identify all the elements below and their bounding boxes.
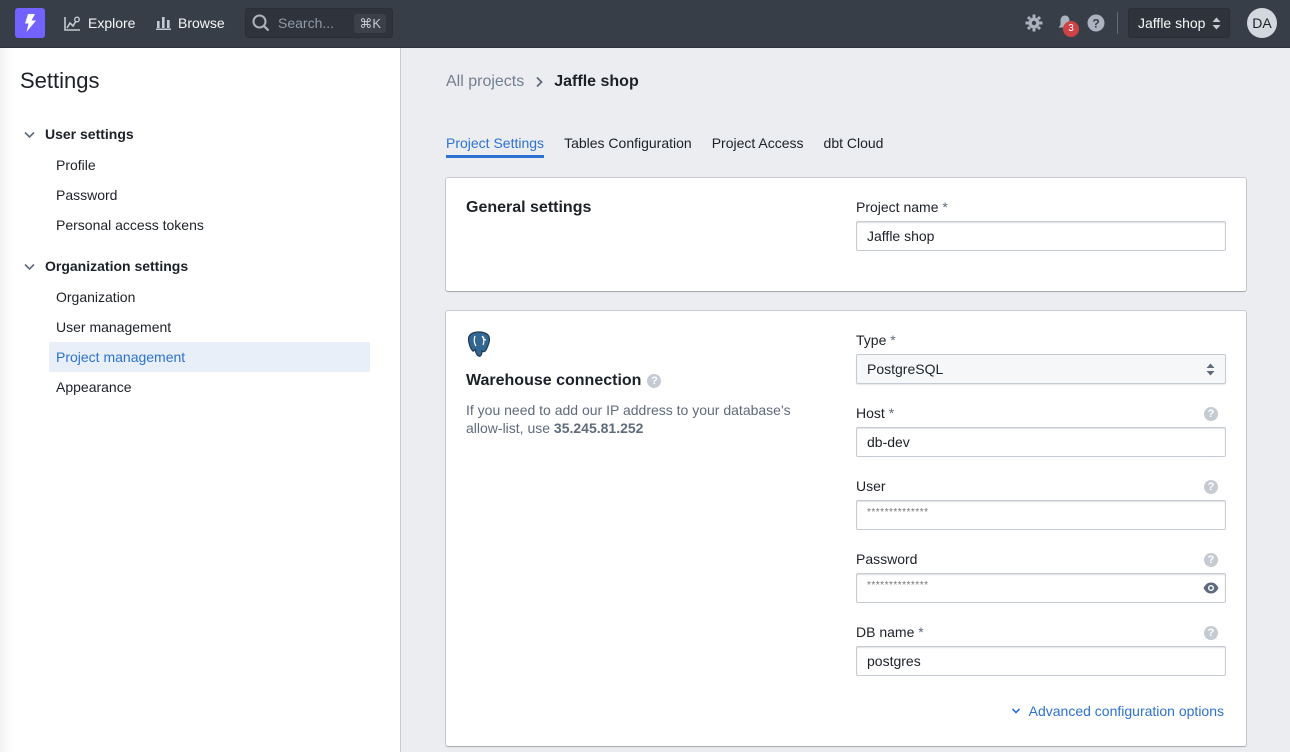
warehouse-connection-card: Warehouse connection ? If you need to ad…: [446, 311, 1246, 746]
user-label: User: [856, 478, 886, 494]
project-selector-label: Jaffle shop: [1138, 15, 1206, 31]
chart-area-icon: [64, 16, 80, 31]
sidebar-item-personal-access-tokens[interactable]: Personal access tokens: [49, 210, 370, 240]
type-label: Type *: [856, 332, 896, 348]
sidebar-item-project-management[interactable]: Project management: [49, 342, 370, 372]
type-select[interactable]: PostgreSQL: [856, 354, 1226, 384]
bar-chart-icon: [156, 17, 171, 30]
postgresql-elephant-icon: [467, 331, 491, 357]
sidebar-item-user-management[interactable]: User management: [49, 312, 370, 342]
user-settings-group-label: User settings: [45, 126, 134, 142]
host-help-icon[interactable]: ?: [1204, 407, 1218, 421]
double-caret-icon: [1206, 363, 1215, 376]
breadcrumb-current: Jaffle shop: [554, 73, 639, 90]
search-icon: [252, 14, 270, 32]
host-label: Host *: [856, 405, 894, 421]
tab-project-access[interactable]: Project Access: [712, 133, 804, 157]
sidebar-item-appearance[interactable]: Appearance: [49, 372, 370, 402]
browse-button[interactable]: Browse: [156, 10, 225, 36]
type-label-text: Type: [856, 332, 887, 348]
warehouse-connection-title-row: Warehouse connection ?: [466, 372, 662, 390]
help-icon[interactable]: ?: [1087, 14, 1105, 32]
top-navbar: Explore Browse Search... ⌘K 3 ? Jaffle s…: [0, 0, 1290, 48]
search-shortcut: ⌘K: [354, 14, 386, 33]
organization-settings-group-label: Organization settings: [45, 258, 189, 274]
password-label-text: Password: [856, 551, 918, 567]
advanced-configuration-label: Advanced configuration options: [1028, 703, 1224, 719]
sidebar-item-profile[interactable]: Profile: [49, 150, 370, 180]
navbar-divider: [1117, 12, 1118, 34]
breadcrumb: All projects Jaffle shop: [446, 73, 639, 91]
host-label-text: Host: [856, 405, 885, 421]
notification-badge: 3: [1063, 21, 1079, 37]
explore-button[interactable]: Explore: [64, 10, 135, 36]
warehouse-description: If you need to add our IP address to you…: [466, 401, 816, 437]
chevron-down-icon: [24, 131, 35, 138]
warehouse-connection-title: Warehouse connection: [466, 372, 642, 389]
required-mark: *: [888, 405, 895, 421]
password-label: Password: [856, 551, 917, 567]
user-label-text: User: [856, 478, 886, 494]
dbname-help-icon[interactable]: ?: [1204, 626, 1218, 640]
required-mark: *: [890, 332, 896, 348]
project-name-label-text: Project name: [856, 199, 939, 215]
svg-text:?: ?: [1092, 17, 1099, 31]
password-help-icon[interactable]: ?: [1204, 553, 1218, 567]
general-settings-card: General settings Project name *: [446, 178, 1246, 291]
project-tabs: Project Settings Tables Configuration Pr…: [446, 133, 884, 158]
sidebar-title: Settings: [20, 68, 100, 93]
project-selector[interactable]: Jaffle shop: [1128, 8, 1230, 38]
user-avatar[interactable]: DA: [1247, 8, 1277, 38]
user-settings-group-toggle[interactable]: User settings: [22, 126, 134, 142]
breadcrumb-all-projects[interactable]: All projects: [446, 73, 524, 91]
search-input[interactable]: Search... ⌘K: [245, 8, 393, 38]
search-placeholder: Search...: [278, 15, 335, 31]
sidebar-item-password[interactable]: Password: [49, 180, 370, 210]
lightning-logo[interactable]: [15, 8, 45, 38]
help-icon[interactable]: ?: [647, 374, 662, 388]
organization-settings-group-toggle[interactable]: Organization settings: [22, 258, 188, 274]
ip-address: 35.245.81.252: [553, 420, 644, 436]
dbname-label: DB name *: [856, 624, 924, 640]
type-select-value: PostgreSQL: [867, 361, 944, 377]
chevron-down-icon: [1011, 708, 1020, 714]
settings-sidebar: Settings User settings Profile Password …: [0, 48, 401, 752]
tab-project-settings[interactable]: Project Settings: [446, 133, 545, 158]
password-input[interactable]: [856, 573, 1226, 603]
tab-dbt-cloud[interactable]: dbt Cloud: [824, 133, 884, 157]
required-mark: *: [942, 199, 948, 215]
chevron-right-icon: [536, 76, 544, 88]
gear-icon[interactable]: [1025, 14, 1043, 32]
double-caret-icon: [1212, 17, 1221, 30]
tab-tables-configuration[interactable]: Tables Configuration: [564, 133, 692, 157]
sidebar-item-organization[interactable]: Organization: [49, 282, 370, 312]
explore-label: Explore: [88, 15, 136, 31]
browse-label: Browse: [178, 15, 225, 31]
host-input[interactable]: [856, 427, 1226, 457]
chevron-down-icon: [24, 263, 35, 270]
required-mark: *: [918, 624, 924, 640]
eye-icon[interactable]: [1203, 582, 1219, 594]
dbname-label-text: DB name: [856, 624, 915, 640]
dbname-input[interactable]: [856, 646, 1226, 676]
general-settings-title: General settings: [466, 199, 592, 216]
advanced-configuration-toggle[interactable]: Advanced configuration options: [1011, 703, 1224, 719]
user-input[interactable]: [856, 500, 1226, 530]
project-name-label: Project name *: [856, 199, 948, 215]
user-help-icon[interactable]: ?: [1204, 480, 1218, 494]
project-name-input[interactable]: [856, 221, 1226, 251]
